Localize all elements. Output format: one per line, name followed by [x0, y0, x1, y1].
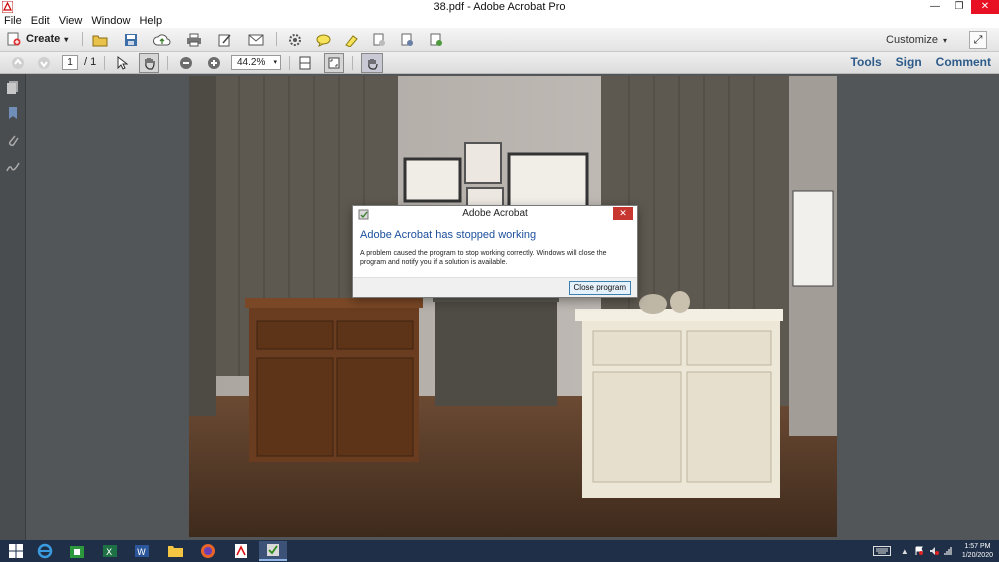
print-icon[interactable]	[185, 31, 203, 49]
next-page-icon[interactable]	[35, 54, 53, 72]
action-center-flag-icon[interactable]	[914, 546, 924, 556]
create-icon	[7, 32, 21, 46]
dialog-close-button[interactable]: ✕	[613, 207, 633, 220]
main-toolbar: Create ▾ Customize ▾ ⤢	[0, 28, 999, 52]
firefox-icon[interactable]	[194, 541, 222, 561]
internet-explorer-icon[interactable]	[31, 541, 59, 561]
dialog-heading: Adobe Acrobat has stopped working	[360, 229, 537, 241]
create-label: Create	[26, 33, 61, 45]
menu-file[interactable]: File	[4, 14, 22, 28]
menu-help[interactable]: Help	[139, 14, 162, 28]
svg-text:X: X	[106, 548, 112, 558]
expand-icon[interactable]: ⤢	[969, 31, 987, 49]
save-icon[interactable]	[122, 31, 140, 49]
document-stamp-icon[interactable]	[370, 31, 388, 49]
dialog-title: Adobe Acrobat	[462, 208, 528, 219]
error-dialog: Adobe Acrobat ✕ Adobe Acrobat has stoppe…	[352, 205, 638, 298]
window-title: 38.pdf - Adobe Acrobat Pro	[433, 1, 566, 13]
bookmarks-icon[interactable]	[6, 106, 20, 120]
fit-width-icon[interactable]	[296, 54, 314, 72]
chevron-down-icon: ▾	[942, 36, 947, 45]
dialog-title-bar: Adobe Acrobat ✕	[353, 206, 637, 222]
chevron-down-icon: ▾	[273, 59, 277, 66]
system-tray: ▲ 1:57 PM 1/20/2020	[872, 540, 993, 562]
edit-icon[interactable]	[216, 31, 234, 49]
maximize-button[interactable]: ❐	[947, 0, 971, 14]
tools-link[interactable]: Tools	[851, 55, 882, 69]
dialog-message: A problem caused the program to stop wor…	[360, 250, 607, 266]
fit-page-icon[interactable]	[324, 53, 344, 73]
chevron-up-icon[interactable]: ▲	[901, 547, 909, 556]
excel-icon[interactable]: X	[96, 541, 124, 561]
minimize-button[interactable]: —	[923, 0, 947, 14]
network-icon[interactable]	[944, 546, 954, 556]
taskbar: X W ▲ 1:57 PM 1/20/2020	[0, 540, 999, 562]
signatures-icon[interactable]	[6, 160, 20, 174]
dialog-footer: Close program	[353, 277, 637, 297]
acrobat-taskbar-icon[interactable]	[227, 541, 255, 561]
attachments-icon[interactable]	[6, 133, 20, 147]
sign-link[interactable]: Sign	[896, 55, 922, 69]
zoom-level-input[interactable]: 44.2% ▾	[231, 55, 281, 70]
pdf-page	[189, 76, 837, 537]
error-reporting-taskbar-icon[interactable]	[259, 541, 287, 561]
furniture-photo	[189, 76, 837, 537]
menu-bar: File Edit View Window Help	[0, 14, 999, 28]
menu-view[interactable]: View	[59, 14, 83, 28]
highlight-icon[interactable]	[342, 31, 360, 49]
document-share-icon[interactable]	[398, 31, 416, 49]
open-icon[interactable]	[91, 31, 109, 49]
navigation-toolbar: 1 / 1 44.2% ▾ Tools Sign Comment	[0, 52, 999, 74]
select-cursor-icon[interactable]	[113, 54, 131, 72]
page-number-input[interactable]: 1	[62, 55, 78, 70]
page-thumbnails-icon[interactable]	[6, 80, 20, 94]
page-total: / 1	[84, 56, 97, 68]
cloud-upload-icon[interactable]	[153, 31, 171, 49]
start-button[interactable]	[2, 541, 30, 561]
gear-icon[interactable]	[286, 31, 304, 49]
title-bar: 38.pdf - Adobe Acrobat Pro — ❐ ✕	[0, 0, 999, 14]
close-window-button[interactable]: ✕	[971, 0, 999, 14]
chevron-down-icon: ▾	[64, 34, 69, 44]
hand-tool-icon[interactable]	[139, 53, 159, 73]
customize-menu[interactable]: Customize ▾	[886, 34, 947, 46]
menu-edit[interactable]: Edit	[31, 14, 50, 28]
create-button[interactable]: Create ▾	[7, 32, 68, 46]
zoom-out-icon[interactable]	[177, 54, 195, 72]
clock-time: 1:57 PM	[964, 543, 991, 550]
document-export-icon[interactable]	[427, 31, 445, 49]
file-explorer-icon[interactable]	[161, 541, 189, 561]
document-area[interactable]	[26, 74, 999, 540]
email-icon[interactable]	[247, 31, 265, 49]
svg-text:W: W	[137, 548, 146, 558]
comment-bubble-icon[interactable]	[314, 31, 332, 49]
close-program-button[interactable]: Close program	[568, 281, 631, 295]
volume-icon[interactable]	[929, 546, 939, 556]
comment-link[interactable]: Comment	[936, 55, 991, 69]
clock[interactable]: 1:57 PM 1/20/2020	[962, 542, 993, 560]
zoom-in-icon[interactable]	[205, 54, 223, 72]
navigation-pane	[0, 74, 26, 540]
zoom-value: 44.2%	[237, 57, 266, 68]
clock-date: 1/20/2020	[961, 552, 993, 559]
store-icon[interactable]	[63, 541, 91, 561]
menu-window[interactable]: Window	[91, 14, 130, 28]
customize-label: Customize	[886, 34, 938, 46]
keyboard-icon[interactable]	[872, 546, 891, 556]
previous-page-icon[interactable]	[9, 54, 27, 72]
word-icon[interactable]: W	[128, 541, 156, 561]
read-mode-icon[interactable]	[361, 53, 383, 73]
